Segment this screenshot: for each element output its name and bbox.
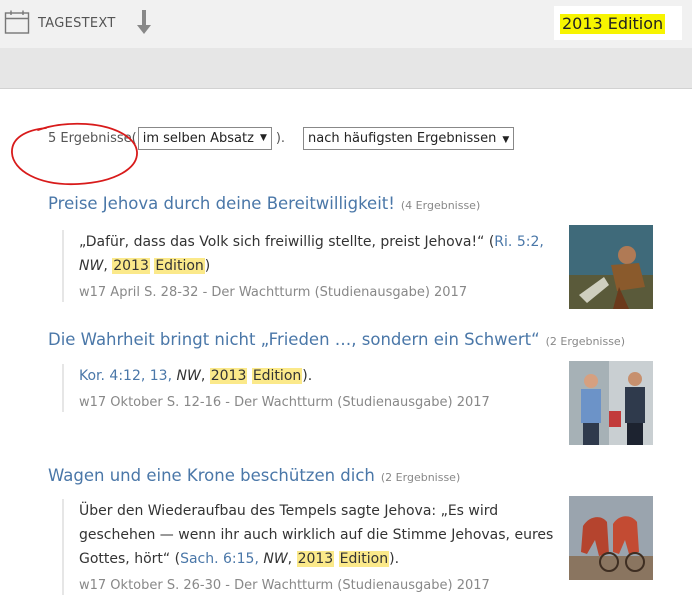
close-paren: ). xyxy=(275,131,286,146)
result-item-1-body: „Dafür, dass das Volk sich freiwillig st… xyxy=(62,230,569,302)
nw-label: NW xyxy=(79,258,104,274)
match-highlight: Edition xyxy=(338,551,390,567)
download-arrow-icon[interactable] xyxy=(134,8,154,36)
nw-label: NW xyxy=(176,368,201,384)
secondary-toolbar xyxy=(0,48,692,89)
open-paren: ( xyxy=(131,131,137,146)
result-title-text[interactable]: Preise Jehova durch deine Bereitwilligke… xyxy=(48,194,395,213)
result-snippet: Über den Wiederaufbau des Tempels sagte … xyxy=(79,503,554,567)
scripture-link[interactable]: Sach. 6:15, xyxy=(180,551,259,567)
result-thumbnail-1[interactable] xyxy=(569,225,653,309)
result-count: (2 Ergebnisse) xyxy=(545,335,625,348)
sort-select[interactable]: nach häufigsten Ergebnissen ▼ xyxy=(303,127,515,150)
calendar-icon[interactable] xyxy=(4,9,30,35)
search-value[interactable]: 2013 Edition xyxy=(560,14,666,34)
scope-select[interactable]: im selben Absatz ▼ xyxy=(137,127,272,150)
result-item-3-title[interactable]: Wagen und eine Krone beschützen dich (2 E… xyxy=(48,466,460,485)
result-count: (2 Ergebnisse) xyxy=(380,471,461,484)
sort-select-value: nach häufigsten Ergebnissen xyxy=(308,131,497,146)
result-item-1-title[interactable]: Preise Jehova durch deine Bereitwilligke… xyxy=(48,194,480,213)
result-thumbnail-2[interactable] xyxy=(569,361,653,445)
result-source: w17 April S. 28-32 - Der Wachtturm (Stud… xyxy=(79,285,468,300)
chevron-down-icon: ▼ xyxy=(502,135,510,145)
result-title-text[interactable]: Wagen und eine Krone beschützen dich xyxy=(48,466,375,485)
result-item-3-body: Über den Wiederaufbau des Tempels sagte … xyxy=(62,499,569,595)
match-highlight: 2013 xyxy=(112,258,150,274)
result-item-2-body: Kor. 4:12, 13, NW, 2013 Edition). w17 Ok… xyxy=(62,364,569,412)
result-source: w17 Oktober S. 12-16 - Der Wachtturm (St… xyxy=(79,395,490,410)
result-snippet: Kor. 4:12, 13, NW, 2013 Edition). xyxy=(79,368,313,384)
result-count: (4 Ergebnisse) xyxy=(400,199,481,212)
result-snippet: „Dafür, dass das Volk sich freiwillig st… xyxy=(79,234,544,274)
match-highlight: 2013 xyxy=(296,551,335,567)
nw-label: NW xyxy=(263,551,288,567)
chevron-down-icon: ▼ xyxy=(259,133,267,143)
daily-text-label[interactable]: TAGESTEXT xyxy=(38,16,116,31)
result-thumbnail-3[interactable] xyxy=(569,496,653,580)
result-item-2-title[interactable]: Die Wahrheit bringt nicht „Frieden …, so… xyxy=(48,330,625,349)
match-highlight: Edition xyxy=(154,258,205,274)
result-title-text[interactable]: Die Wahrheit bringt nicht „Frieden …, so… xyxy=(48,330,540,349)
results-summary: 5 Ergebnisse( im selben Absatz ▼). xyxy=(48,127,285,153)
search-field[interactable]: 2013 Edition xyxy=(554,6,682,40)
scripture-link[interactable]: Ri. 5:2, xyxy=(494,234,544,250)
match-highlight: 2013 xyxy=(209,368,248,384)
scripture-link[interactable]: Kor. 4:12, 13, xyxy=(79,368,172,384)
scope-select-value: im selben Absatz xyxy=(142,131,254,146)
match-highlight: Edition xyxy=(251,368,303,384)
results-count: 5 Ergebnisse xyxy=(48,131,132,146)
result-source: w17 Oktober S. 26-30 - Der Wachtturm (St… xyxy=(79,578,490,593)
